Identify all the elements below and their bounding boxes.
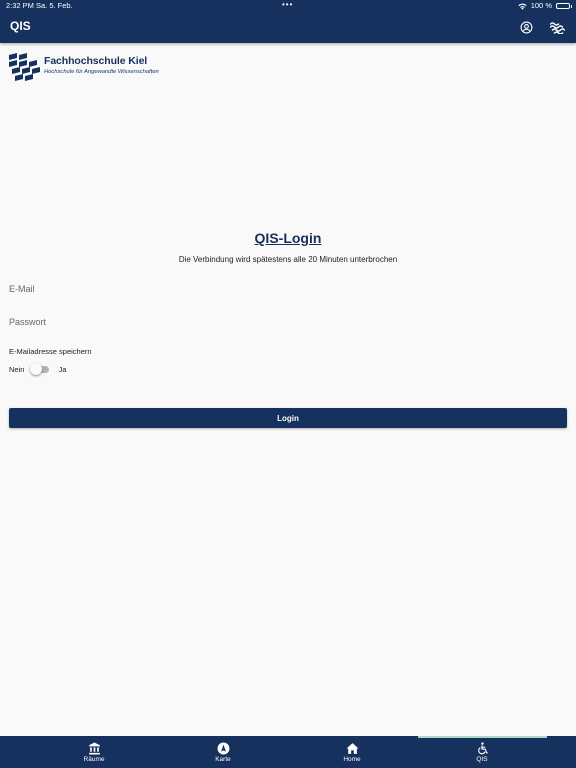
wifi-icon <box>518 3 527 10</box>
toggle-on-label: Ja <box>58 364 67 374</box>
battery-percent: 100 % <box>530 1 552 10</box>
status-right: 100 % <box>518 0 572 12</box>
remember-email-toggle-row: Nein Ja <box>9 362 66 376</box>
toggle-off-label: Nein <box>9 364 25 374</box>
email-input[interactable] <box>9 277 567 301</box>
nav-item-home[interactable]: Home <box>280 736 424 768</box>
nav-label: Home <box>343 756 361 763</box>
home-icon <box>345 741 359 755</box>
bottom-navigation: Räume Karte Home QIS <box>0 736 576 768</box>
password-input[interactable] <box>9 310 567 334</box>
compass-icon <box>216 741 230 755</box>
nav-label: QIS <box>476 756 488 763</box>
remember-email-label: E-Mailadresse speichern <box>9 347 92 356</box>
nav-item-karte[interactable]: Karte <box>151 736 295 768</box>
account-circle-icon[interactable] <box>518 19 534 35</box>
fh-kiel-emblem-icon <box>9 53 40 81</box>
nav-label: Karte <box>215 756 231 763</box>
nav-item-qis[interactable]: QIS <box>410 736 554 768</box>
multitasking-dots-icon[interactable]: ••• <box>282 0 293 11</box>
status-bar: 2:32 PM Sa. 5. Feb. ••• 100 % <box>0 0 576 12</box>
fh-kiel-waves-icon[interactable] <box>549 19 565 35</box>
status-time: 2:32 PM <box>6 1 34 10</box>
nav-label: Räume <box>83 756 105 763</box>
building-icon <box>87 741 101 755</box>
brand-subtitle: Hochschule für Angewandte Wissenschaften <box>44 69 159 75</box>
login-button[interactable]: Login <box>9 408 567 428</box>
app-header: 2:32 PM Sa. 5. Feb. ••• 100 % QIS <box>0 0 576 43</box>
fh-kiel-logo: Fachhochschule Kiel Hochschule für Angew… <box>9 53 159 83</box>
login-title: QIS-Login <box>254 230 322 246</box>
brand-name: Fachhochschule Kiel <box>44 55 148 67</box>
brand-text: Fachhochschule Kiel Hochschule für Angew… <box>44 53 159 76</box>
battery-icon <box>556 3 572 9</box>
page-title: QIS <box>10 19 31 33</box>
accessibility-icon <box>475 741 489 755</box>
nav-item-raeume[interactable]: Räume <box>22 736 166 768</box>
remember-email-switch[interactable] <box>30 362 50 376</box>
status-date: Sa. 5. Feb. <box>36 1 73 10</box>
session-timeout-info: Die Verbindung wird spätestens alle 20 M… <box>178 255 398 264</box>
